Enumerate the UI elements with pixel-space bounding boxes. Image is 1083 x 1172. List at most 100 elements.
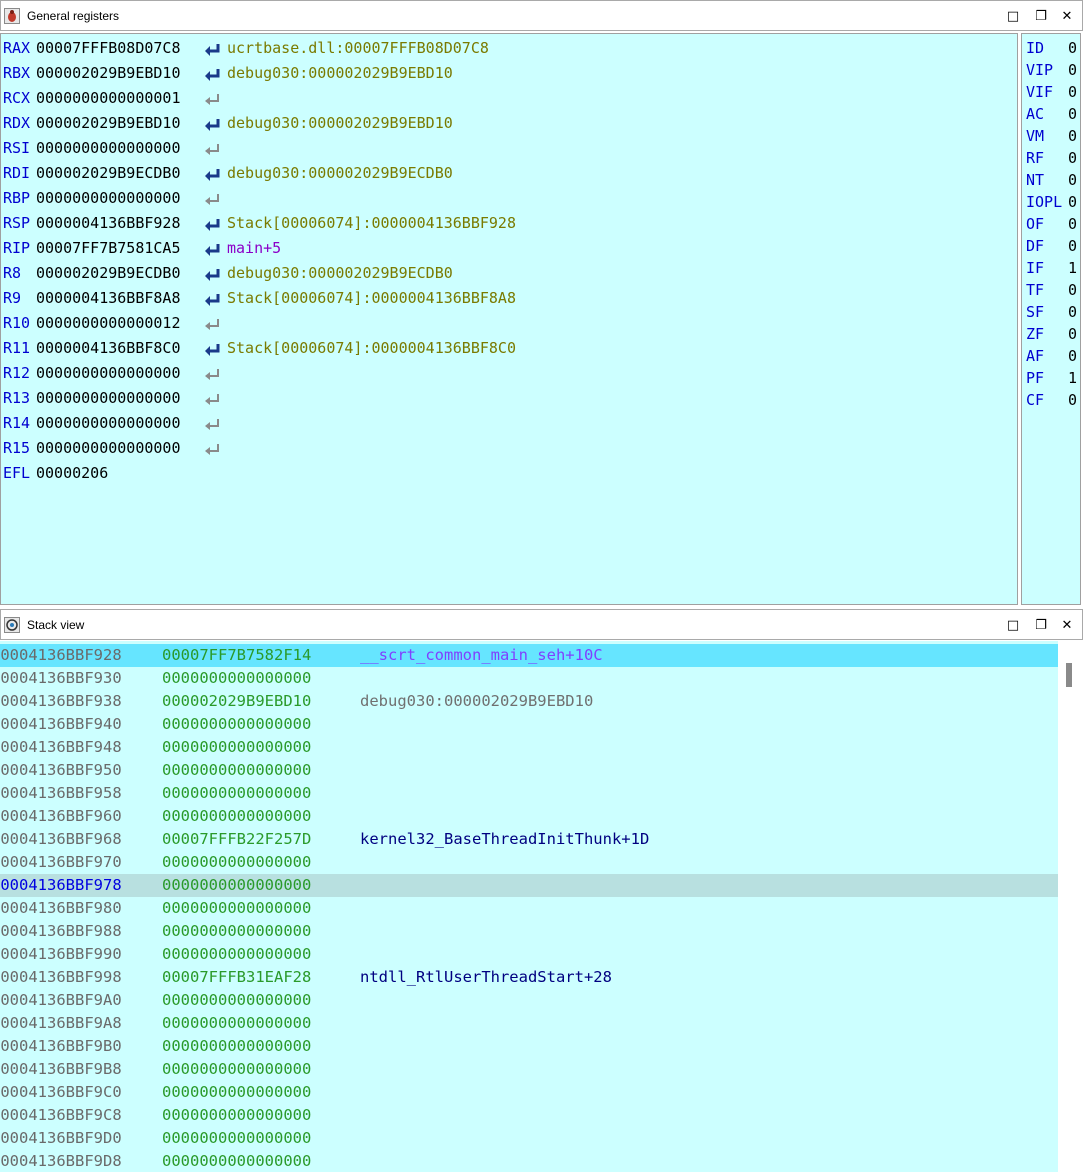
close-icon[interactable]: ✕ [1059, 8, 1075, 24]
stack-titlebar[interactable]: Stack view □ ❐ ✕ [0, 609, 1083, 640]
register-reference[interactable]: debug030:000002029B9ECDB0 [227, 261, 453, 286]
stack-row[interactable]: 00004136BBF998 00007FFFB31EAF28 ntdll_RtlU… [0, 966, 1058, 989]
register-reference[interactable]: debug030:000002029B9EBD10 [227, 61, 453, 86]
stack-row[interactable]: 00004136BBF940 0000000000000000 [0, 713, 1058, 736]
register-value[interactable]: 0000000000000001 [36, 86, 181, 111]
stack-panel[interactable]: 00004136BBF928 00007FF7B7582F14 __scrt_com… [0, 641, 1083, 1172]
register-value[interactable]: 000002029B9EBD10 [36, 111, 181, 136]
stack-row[interactable]: 00004136BBF948 0000000000000000 [0, 736, 1058, 759]
stack-row[interactable]: 00004136BBF9B8 0000000000000000 [0, 1058, 1058, 1081]
flag-value[interactable]: 0 [1068, 301, 1077, 323]
register-row[interactable]: R11 0000004136BBF8C0 Stack[00006074]:00000… [3, 336, 1013, 361]
stack-value[interactable]: 0000000000000000 [162, 1127, 311, 1150]
stack-value[interactable]: 00007FFFB22F257D [162, 828, 311, 851]
register-reference[interactable]: Stack[00006074]:0000004136BBF928 [227, 211, 516, 236]
flag-value[interactable]: 0 [1068, 323, 1077, 345]
flag-value[interactable]: 0 [1068, 345, 1077, 367]
scrollbar-thumb[interactable] [1066, 663, 1072, 687]
register-row[interactable]: R13 0000000000000000 [3, 386, 1013, 411]
registers-panel[interactable]: RAX 00007FFFB08D07C8 ucrtbase.dll:00007FFF… [0, 33, 1018, 605]
stack-value[interactable]: 0000000000000000 [162, 1035, 311, 1058]
flag-value[interactable]: 0 [1068, 147, 1077, 169]
stack-row[interactable]: 00004136BBF9A8 0000000000000000 [0, 1012, 1058, 1035]
register-value[interactable]: 00007FF7B7581CA5 [36, 236, 181, 261]
flag-row[interactable]: AC 0 [1026, 103, 1082, 125]
register-value[interactable]: 00000206 [36, 461, 108, 486]
register-row[interactable]: RSP 0000004136BBF928 Stack[00006074]:00000… [3, 211, 1013, 236]
register-value[interactable]: 00007FFFB08D07C8 [36, 36, 181, 61]
stack-value[interactable]: 0000000000000000 [162, 713, 311, 736]
register-value[interactable]: 0000000000000000 [36, 436, 181, 461]
stack-value[interactable]: 0000000000000000 [162, 897, 311, 920]
stack-value[interactable]: 0000000000000000 [162, 920, 311, 943]
stack-row[interactable]: 00004136BBF930 0000000000000000 [0, 667, 1058, 690]
register-value[interactable]: 000002029B9EBD10 [36, 61, 181, 86]
flag-value[interactable]: 0 [1068, 279, 1077, 301]
stack-comment[interactable]: ntdll_RtlUserThreadStart+28 [360, 966, 612, 989]
register-row[interactable]: RSI 0000000000000000 [3, 136, 1013, 161]
flags-panel[interactable]: ID 0 VIP 0 VIF 0 AC 0 VM 0 RF 0 NT 0 IOPL 0 OF 0 DF 0 IF 1 TF 0… [1021, 33, 1081, 605]
flag-value[interactable]: 0 [1068, 37, 1077, 59]
flag-value[interactable]: 0 [1068, 169, 1077, 191]
register-value[interactable]: 0000000000000012 [36, 311, 181, 336]
register-value[interactable]: 0000004136BBF928 [36, 211, 181, 236]
stack-value[interactable]: 00007FFFB31EAF28 [162, 966, 311, 989]
register-reference[interactable]: Stack[00006074]:0000004136BBF8C0 [227, 336, 516, 361]
flag-row[interactable]: NT 0 [1026, 169, 1082, 191]
stack-row[interactable]: 00004136BBF988 0000000000000000 [0, 920, 1058, 943]
flag-row[interactable]: OF 0 [1026, 213, 1082, 235]
stack-value[interactable]: 0000000000000000 [162, 736, 311, 759]
flag-row[interactable]: SF 0 [1026, 301, 1082, 323]
stack-value[interactable]: 0000000000000000 [162, 943, 311, 966]
register-reference[interactable]: debug030:000002029B9ECDB0 [227, 161, 453, 186]
register-value[interactable]: 0000000000000000 [36, 386, 181, 411]
flag-value[interactable]: 0 [1068, 389, 1077, 411]
stack-row[interactable]: 00004136BBF9D8 0000000000000000 [0, 1150, 1058, 1172]
stack-row[interactable]: 00004136BBF9A0 0000000000000000 [0, 989, 1058, 1012]
flag-row[interactable]: CF 0 [1026, 389, 1082, 411]
flag-value[interactable]: 0 [1068, 235, 1077, 257]
register-row[interactable]: R8 000002029B9ECDB0 debug030:000002029B9EC… [3, 261, 1013, 286]
jump-arrow-icon[interactable] [203, 116, 223, 132]
restore-icon[interactable]: ❐ [1033, 617, 1049, 633]
jump-arrow-icon[interactable] [203, 266, 223, 282]
stack-row[interactable]: 00004136BBF928 00007FF7B7582F14 __scrt_com… [0, 644, 1058, 667]
register-reference[interactable]: Stack[00006074]:0000004136BBF8A8 [227, 286, 516, 311]
jump-arrow-icon[interactable] [203, 41, 223, 57]
register-value[interactable]: 0000000000000000 [36, 361, 181, 386]
register-row[interactable]: RIP 00007FF7B7581CA5 main+5 [3, 236, 1013, 261]
stack-row[interactable]: 00004136BBF978 0000000000000000 [0, 874, 1058, 897]
stack-value[interactable]: 0000000000000000 [162, 851, 311, 874]
flag-value[interactable]: 1 [1068, 257, 1077, 279]
register-row[interactable]: EFL 00000206 [3, 461, 1013, 486]
stack-row[interactable]: 00004136BBF950 0000000000000000 [0, 759, 1058, 782]
flag-row[interactable]: IOPL 0 [1026, 191, 1082, 213]
close-icon[interactable]: ✕ [1059, 617, 1075, 633]
flag-row[interactable]: VIP 0 [1026, 59, 1082, 81]
flag-row[interactable]: DF 0 [1026, 235, 1082, 257]
flag-row[interactable]: IF 1 [1026, 257, 1082, 279]
flag-row[interactable]: ID 0 [1026, 37, 1082, 59]
stack-value[interactable]: 0000000000000000 [162, 759, 311, 782]
stack-scrollbar[interactable] [1058, 641, 1083, 1172]
jump-arrow-icon[interactable] [203, 216, 223, 232]
flag-value[interactable]: 0 [1068, 191, 1077, 213]
flag-row[interactable]: TF 0 [1026, 279, 1082, 301]
stack-comment[interactable]: __scrt_common_main_seh+10C [360, 644, 603, 667]
flag-row[interactable]: PF 1 [1026, 367, 1082, 389]
register-reference[interactable]: ucrtbase.dll:00007FFFB08D07C8 [227, 36, 489, 61]
flag-row[interactable]: RF 0 [1026, 147, 1082, 169]
register-row[interactable]: RDI 000002029B9ECDB0 debug030:000002029B9E… [3, 161, 1013, 186]
restore-icon[interactable]: ❐ [1033, 8, 1049, 24]
jump-arrow-icon[interactable] [203, 341, 223, 357]
register-row[interactable]: RBX 000002029B9EBD10 debug030:000002029B9E… [3, 61, 1013, 86]
register-row[interactable]: R10 0000000000000012 [3, 311, 1013, 336]
stack-value[interactable]: 000002029B9EBD10 [162, 690, 311, 713]
flag-value[interactable]: 1 [1068, 367, 1077, 389]
stack-row[interactable]: 00004136BBF960 0000000000000000 [0, 805, 1058, 828]
flag-value[interactable]: 0 [1068, 59, 1077, 81]
stack-row[interactable]: 00004136BBF9C8 0000000000000000 [0, 1104, 1058, 1127]
stack-value[interactable]: 00007FF7B7582F14 [162, 644, 311, 667]
register-row[interactable]: RAX 00007FFFB08D07C8 ucrtbase.dll:00007FFF… [3, 36, 1013, 61]
stack-row[interactable]: 00004136BBF9D0 0000000000000000 [0, 1127, 1058, 1150]
